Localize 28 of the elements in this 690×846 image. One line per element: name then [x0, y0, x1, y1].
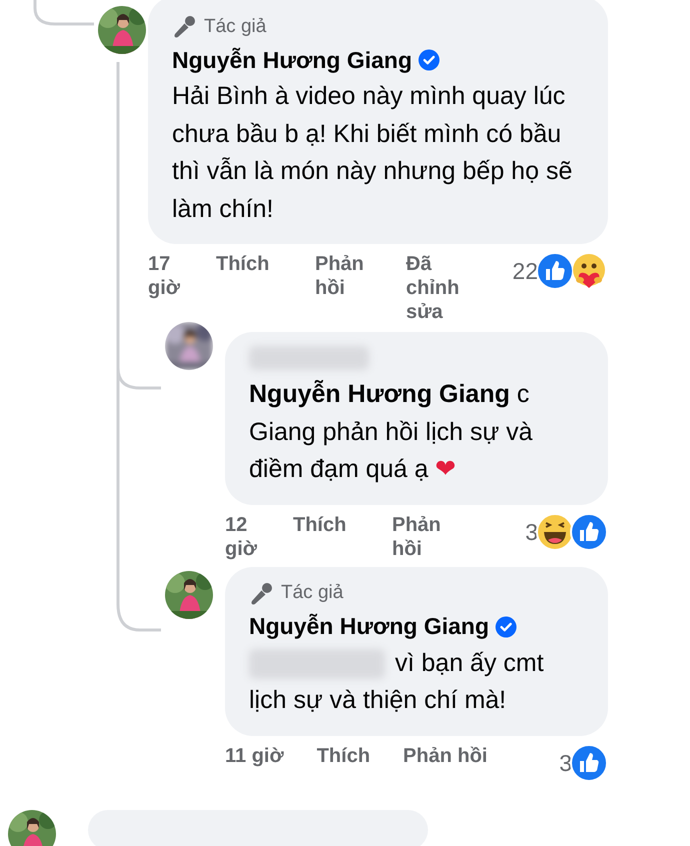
author-name[interactable]: Nguyễn Hương Giang [172, 42, 412, 78]
care-reaction-icon [570, 252, 608, 290]
reaction-count[interactable]: 3 [559, 750, 572, 774]
author-label: Tác giả [204, 14, 266, 39]
reply-link[interactable]: Phản hồi [392, 512, 454, 560]
comment-text: Nguyễn Hương Giang c Giang phản hồi lịch sự và điềm đạm quá ạ ❤ [249, 380, 533, 483]
like-reaction-icon [570, 744, 608, 782]
like-reaction-icon [536, 252, 574, 290]
thread-line [34, 0, 94, 26]
comment-time: 17 giờ [148, 252, 181, 300]
reply-link[interactable]: Phản hồi [403, 744, 488, 768]
comment-time: 11 giờ [225, 744, 284, 768]
comment-text: Hải Bình à video này mình quay lúc chưa bầu b ạ! Khi biết mình có bầu thì vẫn là món này nhưng bếp họ sẽ làm chín! [172, 82, 572, 222]
like-link[interactable]: Thích [216, 252, 286, 276]
like-reaction-icon [570, 512, 608, 550]
like-link[interactable]: Thích [293, 512, 363, 536]
comment-text: vì bạn ấy cmt lịch sự và thiện chí mà! [249, 648, 544, 714]
author-name[interactable]: Nguyễn Hương Giang [249, 609, 490, 644]
haha-reaction-icon [536, 512, 574, 550]
microphone-icon [172, 14, 198, 40]
reaction-count[interactable]: 3 [525, 520, 538, 544]
comment-time: 12 giờ [225, 512, 258, 560]
like-link[interactable]: Thích [316, 744, 370, 768]
edited-label: Đã chỉnh sửa [406, 252, 460, 324]
reply-link[interactable]: Phản hồi [315, 252, 377, 300]
author-label: Tác giả [281, 581, 344, 606]
microphone-icon [249, 580, 275, 606]
reaction-count[interactable]: 22 [512, 259, 538, 283]
